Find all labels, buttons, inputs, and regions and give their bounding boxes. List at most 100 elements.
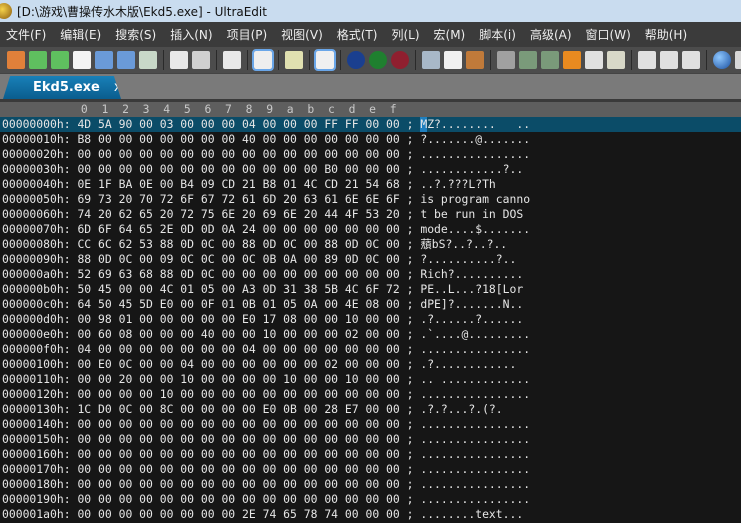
hex-bytes[interactable]: 74 20 62 65 20 72 75 6E 20 69 6E 20 44 4… — [77, 207, 399, 221]
hex-row[interactable]: 00000130h: 1C D0 0C 00 8C 00 00 00 00 E0… — [0, 402, 741, 417]
hex-row[interactable]: 000000a0h: 52 69 63 68 88 0D 0C 00 00 00… — [0, 267, 741, 282]
ascii-text[interactable]: .`....@......... — [420, 327, 530, 341]
hex-bytes[interactable]: 04 00 00 00 00 00 00 00 04 00 00 00 00 0… — [77, 342, 399, 356]
hex-bytes[interactable]: 4D 5A 90 00 03 00 00 00 04 00 00 00 FF F… — [77, 117, 399, 131]
hex-bytes[interactable]: 00 00 00 00 00 00 00 00 00 00 00 00 00 0… — [77, 477, 399, 491]
hex-row[interactable]: 00000090h: 88 0D 0C 00 09 0C 0C 00 0C 0B… — [0, 252, 741, 267]
back-arrow-icon[interactable] — [29, 51, 47, 69]
ascii-text[interactable]: ................ — [420, 447, 530, 461]
hex-row[interactable]: 00000000h: 4D 5A 90 00 03 00 00 00 04 00… — [0, 117, 741, 132]
tile-vertical-icon[interactable] — [660, 51, 678, 69]
hex-row[interactable]: 00000020h: 00 00 00 00 00 00 00 00 00 00… — [0, 147, 741, 162]
web-browser-icon[interactable] — [713, 51, 731, 69]
menu-item[interactable]: 项目(P) — [227, 26, 268, 43]
hex-row[interactable]: 00000050h: 69 73 20 70 72 6F 67 72 61 6D… — [0, 192, 741, 207]
menu-item[interactable]: 编辑(E) — [60, 26, 101, 43]
hex-bytes[interactable]: 50 45 00 00 4C 01 05 00 A3 0D 31 38 5B 4… — [77, 282, 399, 296]
new-template-icon[interactable] — [7, 51, 25, 69]
hex-bytes[interactable]: B8 00 00 00 00 00 00 00 40 00 00 00 00 0… — [77, 132, 399, 146]
ascii-text[interactable]: ................ — [420, 342, 530, 356]
hex-row[interactable]: 00000110h: 00 00 20 00 00 10 00 00 00 00… — [0, 372, 741, 387]
menu-item[interactable]: 插入(N) — [170, 26, 212, 43]
hex-bytes[interactable]: 00 60 08 00 00 00 40 00 00 10 00 00 00 0… — [77, 327, 399, 341]
hex-bytes[interactable]: 00 00 00 00 00 00 00 00 00 00 00 00 00 0… — [77, 492, 399, 506]
menu-item[interactable]: 窗口(W) — [586, 26, 631, 43]
ascii-text[interactable]: ................ — [420, 462, 530, 476]
tile-horizontal-icon[interactable] — [638, 51, 656, 69]
menu-item[interactable]: 高级(A) — [530, 26, 572, 43]
find-icon[interactable] — [497, 51, 515, 69]
menu-item[interactable]: 脚本(i) — [479, 26, 516, 43]
hex-bytes[interactable]: 0E 1F BA 0E 00 B4 09 CD 21 B8 01 4C CD 2… — [77, 177, 399, 191]
hex-row[interactable]: 00000170h: 00 00 00 00 00 00 00 00 00 00… — [0, 462, 741, 477]
ascii-text[interactable]: Rich?.......... — [420, 267, 523, 281]
hex-bytes[interactable]: 00 00 00 00 00 00 00 00 00 00 00 00 00 0… — [77, 147, 399, 161]
ascii-text[interactable]: PE..L...?18[Lor — [420, 282, 523, 296]
ascii-text[interactable]: ..?.???L?Th — [420, 177, 495, 191]
hex-row[interactable]: 000001a0h: 00 00 00 00 00 00 00 00 2E 74… — [0, 507, 741, 522]
copy-icon[interactable] — [444, 51, 462, 69]
hex-row[interactable]: 00000010h: B8 00 00 00 00 00 00 00 40 00… — [0, 132, 741, 147]
hex-bytes[interactable]: CC 6C 62 53 88 0D 0C 00 88 0D 0C 00 88 0… — [77, 237, 399, 251]
save-icon[interactable] — [139, 51, 157, 69]
hex-row[interactable]: 000000f0h: 04 00 00 00 00 00 00 00 04 00… — [0, 342, 741, 357]
hex-row[interactable]: 000000e0h: 00 60 08 00 00 00 40 00 00 10… — [0, 327, 741, 342]
hex-bytes[interactable]: 00 00 20 00 00 10 00 00 00 00 10 00 00 1… — [77, 372, 399, 386]
ascii-text[interactable]: .. ............. — [420, 372, 530, 386]
cascade-icon[interactable] — [682, 51, 700, 69]
hex-bytes[interactable]: 6D 6F 64 65 2E 0D 0D 0A 24 00 00 00 00 0… — [77, 222, 399, 236]
hex-row[interactable]: 00000180h: 00 00 00 00 00 00 00 00 00 00… — [0, 477, 741, 492]
hex-mode-icon[interactable] — [252, 49, 274, 71]
us-icon[interactable] — [391, 51, 409, 69]
hex-bytes[interactable]: 69 73 20 70 72 6F 67 72 61 6D 20 63 61 6… — [77, 192, 399, 206]
open-folder-icon[interactable] — [95, 51, 113, 69]
print-preview-icon[interactable] — [192, 51, 210, 69]
hex-row[interactable]: 00000120h: 00 00 00 00 10 00 00 00 00 00… — [0, 387, 741, 402]
ascii-text[interactable]: dPE]?.......N.. — [420, 297, 523, 311]
forward-arrow-icon[interactable] — [51, 51, 69, 69]
open-recent-icon[interactable] — [117, 51, 135, 69]
hex-editor-view[interactable]: 00000000h: 4D 5A 90 00 03 00 00 00 04 00… — [0, 117, 741, 522]
uc-icon[interactable] — [347, 51, 365, 69]
hex-bytes[interactable]: 00 00 00 00 00 00 00 00 00 00 00 00 00 0… — [77, 417, 399, 431]
hex-row[interactable]: 000000b0h: 50 45 00 00 4C 01 05 00 A3 0D… — [0, 282, 741, 297]
paste-icon[interactable] — [466, 51, 484, 69]
hex-bytes[interactable]: 64 50 45 5D E0 00 0F 01 0B 01 05 0A 00 4… — [77, 297, 399, 311]
ascii-text[interactable]: .?......?...... — [420, 312, 523, 326]
hex-bytes[interactable]: 00 00 00 00 00 00 00 00 2E 74 65 78 74 0… — [77, 507, 399, 521]
hex-row[interactable]: 00000160h: 00 00 00 00 00 00 00 00 00 00… — [0, 447, 741, 462]
hex-row[interactable]: 00000140h: 00 00 00 00 00 00 00 00 00 00… — [0, 417, 741, 432]
ultraedit-app-icon[interactable] — [0, 3, 12, 19]
hex-bytes[interactable]: 00 00 00 00 00 00 00 00 00 00 00 00 00 0… — [77, 462, 399, 476]
hex-row[interactable]: 00000040h: 0E 1F BA 0E 00 B4 09 CD 21 B8… — [0, 177, 741, 192]
ascii-text[interactable]: is program canno — [420, 192, 530, 206]
hex-row[interactable]: 00000070h: 6D 6F 64 65 2E 0D 0D 0A 24 00… — [0, 222, 741, 237]
menu-item[interactable]: 搜索(S) — [115, 26, 156, 43]
menu-item[interactable]: 帮助(H) — [645, 26, 687, 43]
find-next-icon[interactable] — [541, 51, 559, 69]
hex-row[interactable]: 00000100h: 00 E0 0C 00 00 04 00 00 00 00… — [0, 357, 741, 372]
hex-bytes[interactable]: 00 98 01 00 00 00 00 00 E0 17 08 00 00 1… — [77, 312, 399, 326]
ascii-text[interactable]: ................ — [420, 477, 530, 491]
ascii-text[interactable]: mode....$....... — [420, 222, 530, 236]
hex-row[interactable]: 00000080h: CC 6C 62 53 88 0D 0C 00 88 0D… — [0, 237, 741, 252]
column-mode-icon[interactable] — [285, 51, 303, 69]
hex-bytes[interactable]: 00 00 00 00 00 00 00 00 00 00 00 00 00 0… — [77, 432, 399, 446]
ascii-text[interactable]: ................ — [420, 432, 530, 446]
tab-ekd5-exe[interactable]: Ekd5.exe x — [3, 76, 121, 99]
hex-bytes[interactable]: 00 00 00 00 10 00 00 00 00 00 00 00 00 0… — [77, 387, 399, 401]
close-tab-icon[interactable]: x — [114, 80, 121, 95]
hex-row[interactable]: 00000190h: 00 00 00 00 00 00 00 00 00 00… — [0, 492, 741, 507]
hex-bytes[interactable]: 88 0D 0C 00 09 0C 0C 00 0C 0B 0A 00 89 0… — [77, 252, 399, 266]
bookmark-icon[interactable] — [563, 51, 581, 69]
print-icon[interactable] — [170, 51, 188, 69]
ascii-text[interactable]: ............?.. — [420, 162, 523, 176]
ascii-text[interactable]: ................ — [420, 147, 530, 161]
find-prev-icon[interactable] — [519, 51, 537, 69]
menu-item[interactable]: 格式(T) — [337, 26, 378, 43]
ascii-text[interactable]: 蘈bS?..?..?.. — [420, 237, 507, 251]
ascii-text[interactable]: MZ?........ .. — [420, 117, 530, 131]
hex-bytes[interactable]: 1C D0 0C 00 8C 00 00 00 00 E0 0B 00 28 E… — [77, 402, 399, 416]
uf-icon[interactable] — [369, 51, 387, 69]
hex-row[interactable]: 00000030h: 00 00 00 00 00 00 00 00 00 00… — [0, 162, 741, 177]
